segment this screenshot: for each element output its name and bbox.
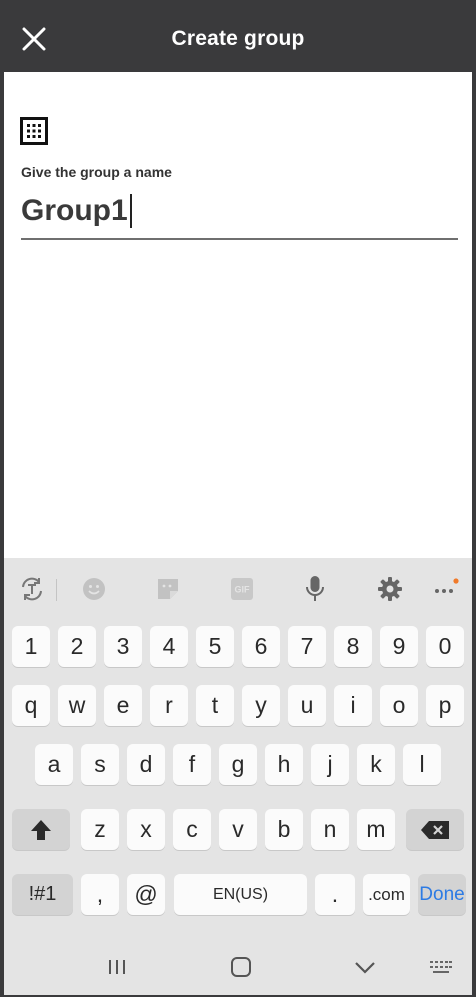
- more-icon: [435, 578, 459, 593]
- at-key[interactable]: @: [127, 874, 165, 915]
- microphone-icon: [306, 576, 324, 601]
- key-j[interactable]: j: [311, 744, 349, 785]
- shift-key[interactable]: [12, 809, 70, 850]
- key-7[interactable]: 7: [288, 626, 326, 667]
- gif-icon: GIF: [231, 578, 253, 600]
- key-x[interactable]: x: [127, 809, 165, 850]
- key-n[interactable]: n: [311, 809, 349, 850]
- key-q[interactable]: q: [12, 685, 50, 726]
- key-2[interactable]: 2: [58, 626, 96, 667]
- key-e[interactable]: e: [104, 685, 142, 726]
- emoji-icon: [83, 578, 105, 600]
- onscreen-keyboard: GIF 1 2 3 4 5 6 7 8 9 0 q w e r t y u i …: [4, 558, 472, 995]
- symbols-key[interactable]: !#1: [12, 874, 73, 915]
- key-9[interactable]: 9: [380, 626, 418, 667]
- key-8[interactable]: 8: [334, 626, 372, 667]
- keyboard-switch-button[interactable]: [421, 950, 461, 984]
- done-key[interactable]: Done: [418, 874, 466, 915]
- svg-text:GIF: GIF: [235, 585, 251, 595]
- key-o[interactable]: o: [380, 685, 418, 726]
- period-key[interactable]: .: [315, 874, 355, 915]
- dotcom-key[interactable]: .com: [363, 874, 410, 915]
- key-s[interactable]: s: [81, 744, 119, 785]
- key-t[interactable]: t: [196, 685, 234, 726]
- key-k[interactable]: k: [357, 744, 395, 785]
- key-0[interactable]: 0: [426, 626, 464, 667]
- keyboard-toolbar: GIF: [4, 558, 472, 620]
- back-button[interactable]: [345, 950, 385, 984]
- settings-icon: [378, 577, 402, 601]
- system-navigation-bar: [4, 940, 472, 995]
- key-d[interactable]: d: [127, 744, 165, 785]
- key-4[interactable]: 4: [150, 626, 188, 667]
- voice-input-button[interactable]: [298, 572, 332, 606]
- key-v[interactable]: v: [219, 809, 257, 850]
- group-name-label: Give the group a name: [21, 164, 172, 180]
- home-button[interactable]: [221, 950, 261, 984]
- recent-apps-button[interactable]: [97, 950, 137, 984]
- key-g[interactable]: g: [219, 744, 257, 785]
- text-caret: [129, 194, 132, 228]
- chevron-down-icon: [355, 962, 375, 974]
- comma-key[interactable]: ,: [81, 874, 119, 915]
- key-c[interactable]: c: [173, 809, 211, 850]
- key-b[interactable]: b: [265, 809, 303, 850]
- key-6[interactable]: 6: [242, 626, 280, 667]
- key-z[interactable]: z: [81, 809, 119, 850]
- key-u[interactable]: u: [288, 685, 326, 726]
- backspace-icon: [421, 820, 449, 839]
- emoji-button[interactable]: [77, 572, 111, 606]
- key-l[interactable]: l: [403, 744, 441, 785]
- key-r[interactable]: r: [150, 685, 188, 726]
- gif-button[interactable]: GIF: [225, 572, 259, 606]
- shift-icon: [31, 819, 51, 840]
- grid-icon: [20, 117, 48, 145]
- home-icon: [231, 957, 251, 977]
- key-5[interactable]: 5: [196, 626, 234, 667]
- toolbar-divider: [56, 579, 57, 601]
- key-w[interactable]: w: [58, 685, 96, 726]
- key-m[interactable]: m: [357, 809, 395, 850]
- recent-apps-icon: [109, 960, 125, 974]
- screen: Create group Give the group a name Group…: [4, 3, 472, 995]
- keyboard-settings-button[interactable]: [373, 572, 407, 606]
- text-recognition-button[interactable]: [15, 572, 49, 606]
- sticker-icon: [158, 579, 178, 599]
- key-h[interactable]: h: [265, 744, 303, 785]
- page-title: Create group: [171, 27, 305, 50]
- key-y[interactable]: y: [242, 685, 280, 726]
- space-bar[interactable]: EN(US): [174, 874, 307, 915]
- key-p[interactable]: p: [426, 685, 464, 726]
- key-3[interactable]: 3: [104, 626, 142, 667]
- group-name-input[interactable]: Group1: [21, 186, 458, 240]
- text-recognition-icon: [22, 577, 42, 601]
- group-name-value: Group1: [21, 194, 128, 227]
- key-i[interactable]: i: [334, 685, 372, 726]
- more-options-button[interactable]: [428, 572, 462, 606]
- app-bar: Create group: [4, 3, 472, 72]
- key-f[interactable]: f: [173, 744, 211, 785]
- group-form: Give the group a name Group1: [4, 72, 472, 558]
- keyboard-icon: [430, 961, 452, 973]
- sticker-button[interactable]: [151, 572, 185, 606]
- key-1[interactable]: 1: [12, 626, 50, 667]
- key-a[interactable]: a: [35, 744, 73, 785]
- backspace-key[interactable]: [406, 809, 464, 850]
